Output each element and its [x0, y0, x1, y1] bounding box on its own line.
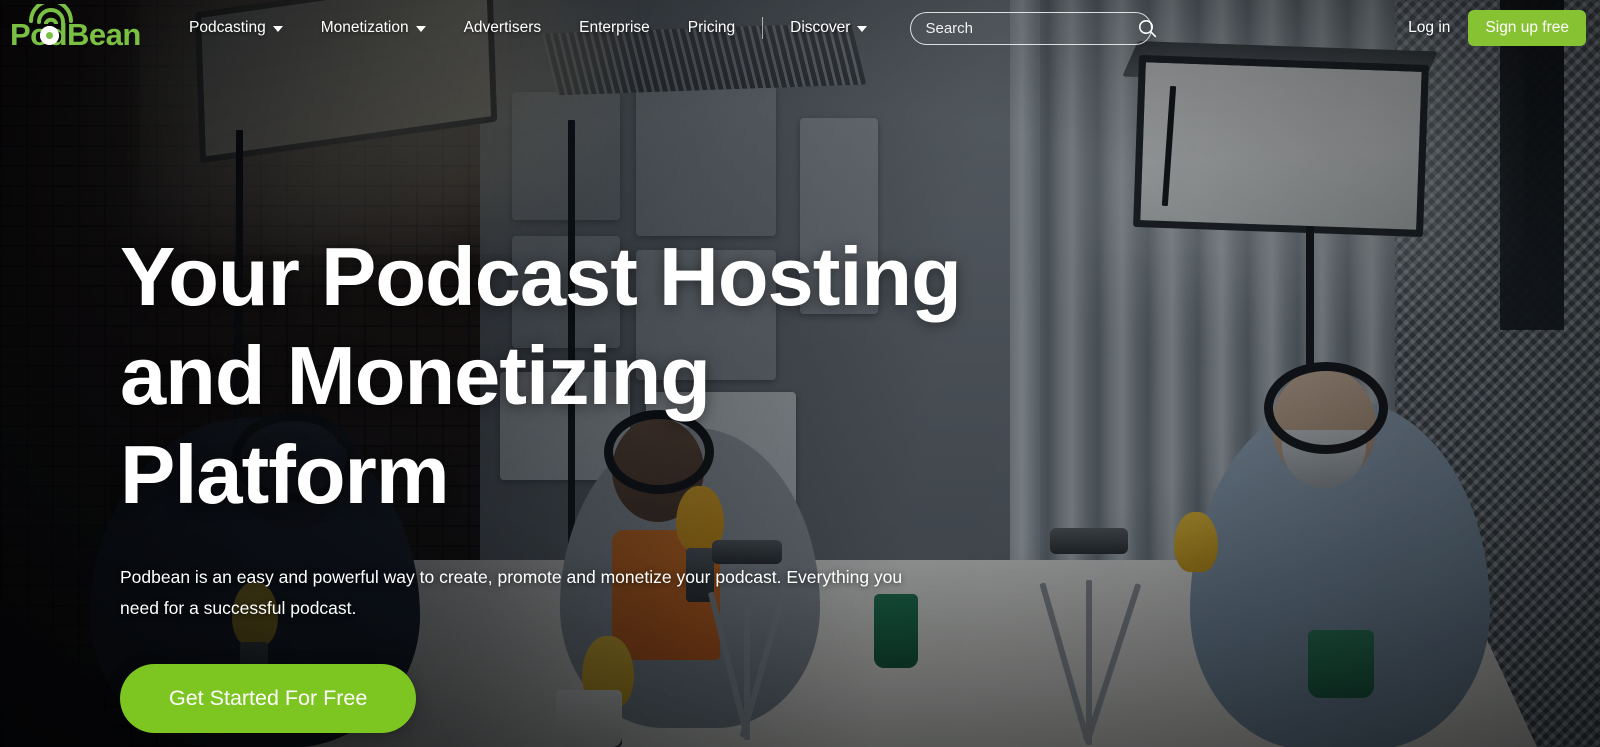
get-started-button[interactable]: Get Started For Free: [120, 664, 416, 733]
header-actions: Log in Sign up free: [1408, 10, 1586, 46]
search-input[interactable]: [911, 20, 1138, 37]
chevron-down-icon: [273, 26, 283, 32]
nav-item-podcasting[interactable]: Podcasting: [170, 19, 302, 37]
login-link[interactable]: Log in: [1408, 19, 1450, 37]
chevron-down-icon: [857, 26, 867, 32]
podbean-logo-dot: [40, 26, 59, 45]
nav-item-pricing[interactable]: Pricing: [669, 19, 754, 37]
nav-label: Discover: [790, 19, 850, 37]
nav-item-monetization[interactable]: Monetization: [302, 19, 445, 37]
hero-title-line-1: Your Podcast Hosting: [120, 228, 1040, 327]
search-icon[interactable]: [1138, 19, 1157, 38]
hero-copy: Your Podcast Hosting and Monetizing Plat…: [120, 228, 1040, 733]
nav-item-enterprise[interactable]: Enterprise: [560, 19, 669, 37]
nav-label: Enterprise: [579, 19, 650, 37]
hero-section: PodBean Podcasting Monetization Advertis…: [0, 0, 1600, 747]
signup-button[interactable]: Sign up free: [1468, 10, 1586, 46]
main-navigation: Podcasting Monetization Advertisers Ente…: [170, 17, 886, 39]
nav-item-discover[interactable]: Discover: [771, 19, 886, 37]
nav-label: Pricing: [688, 19, 735, 37]
nav-label: Advertisers: [464, 19, 542, 37]
nav-divider: [762, 17, 763, 39]
hero-title: Your Podcast Hosting and Monetizing Plat…: [120, 228, 1040, 524]
nav-item-advertisers[interactable]: Advertisers: [445, 19, 561, 37]
nav-label: Monetization: [321, 19, 409, 37]
podbean-logo-text: PodBean: [10, 19, 141, 50]
site-header: PodBean Podcasting Monetization Advertis…: [0, 0, 1600, 56]
chevron-down-icon: [416, 26, 426, 32]
hero-title-line-2: and Monetizing: [120, 327, 1040, 426]
podbean-logo[interactable]: PodBean: [10, 6, 130, 50]
hero-title-line-3: Platform: [120, 426, 1040, 525]
nav-label: Podcasting: [189, 19, 266, 37]
hero-subtitle: Podbean is an easy and powerful way to c…: [120, 562, 910, 624]
search-box[interactable]: [910, 12, 1152, 45]
